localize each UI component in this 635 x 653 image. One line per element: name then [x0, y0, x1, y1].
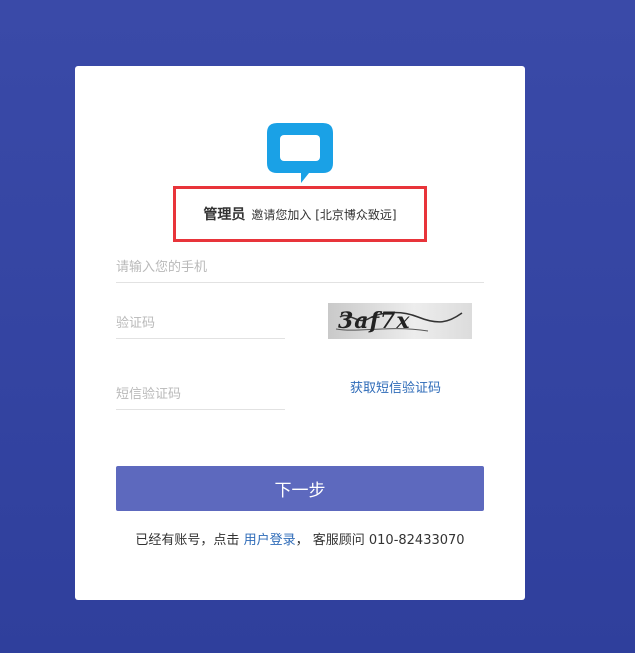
service-contact: 客服顾问 010-82433070	[312, 533, 465, 548]
invite-role: 管理员	[203, 207, 246, 223]
footer-separator: ，	[295, 533, 309, 548]
footer-prefix: 已经有账号，点击	[135, 533, 240, 548]
captcha-input[interactable]	[116, 308, 285, 339]
signup-card: 管理员 邀请您加入 [北京博众致远] 3af7x 获取短信验证码 下一步 已经有…	[75, 66, 525, 600]
invite-banner: 管理员 邀请您加入 [北京博众致远]	[173, 186, 427, 242]
footer: 已经有账号，点击 用户登录， 客服顾问 010-82433070	[75, 529, 525, 548]
next-button[interactable]: 下一步	[116, 466, 484, 511]
invite-text: 邀请您加入 [北京博众致远]	[251, 207, 397, 222]
captcha-text: 3af7x	[338, 308, 411, 334]
user-login-link[interactable]: 用户登录	[244, 533, 296, 548]
captcha-image[interactable]: 3af7x	[328, 303, 472, 339]
chat-bubble-icon	[267, 123, 333, 183]
phone-input[interactable]	[116, 252, 484, 283]
get-sms-code-link[interactable]: 获取短信验证码	[350, 377, 441, 396]
sms-code-input[interactable]	[116, 379, 285, 410]
